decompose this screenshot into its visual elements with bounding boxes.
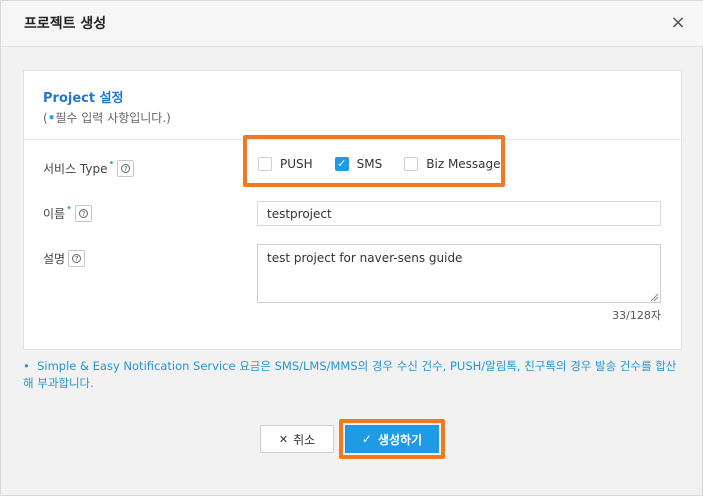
- question-mark-icon: ?: [121, 164, 131, 173]
- description-label: 설명: [43, 252, 66, 266]
- card-title: Project 설정: [43, 91, 124, 106]
- create-project-dialog: 프로젝트 생성 × Project 설정 (•필수 입력 사항입니다.) 서비스…: [0, 0, 703, 496]
- notice-bullet: •: [23, 359, 30, 373]
- checkbox-push[interactable]: PUSH: [258, 157, 313, 171]
- resize-grip-icon[interactable]: [650, 293, 659, 302]
- create-button[interactable]: ✓ 생성하기: [345, 425, 439, 453]
- help-icon[interactable]: ?: [68, 250, 86, 267]
- checkbox-sms[interactable]: ✓ SMS: [334, 157, 383, 171]
- help-icon[interactable]: ?: [75, 205, 92, 222]
- checkbox-box[interactable]: [258, 157, 272, 171]
- question-mark-icon: ?: [79, 209, 88, 218]
- checkbox-box[interactable]: [404, 157, 419, 171]
- required-dot-icon: •: [108, 158, 115, 169]
- service-type-label-row: 서비스 Type • ?: [43, 158, 135, 177]
- cancel-button[interactable]: ✕ 취소: [260, 425, 334, 453]
- name-label: 이름: [43, 207, 66, 221]
- card-header: Project 설정 (•필수 입력 사항입니다.): [24, 71, 681, 140]
- description-label-row: 설명 ?: [43, 250, 86, 267]
- question-mark-icon: ?: [72, 254, 82, 263]
- checkbox-biz-message[interactable]: Biz Message: [404, 157, 501, 171]
- project-description-textarea[interactable]: test project for naver-sens guide: [257, 244, 661, 303]
- create-button-label: 생성하기: [377, 432, 423, 447]
- description-char-counter: 33/128자: [612, 309, 661, 322]
- notice-text: Simple & Easy Notification Service 요금은 S…: [23, 359, 677, 390]
- project-name-input[interactable]: [257, 201, 661, 226]
- close-icon: ✕: [278, 432, 289, 446]
- required-dot-icon: •: [66, 203, 72, 214]
- checkbox-label: PUSH: [280, 157, 313, 171]
- dialog-title: 프로젝트 생성: [24, 16, 107, 32]
- close-icon[interactable]: ×: [668, 13, 688, 33]
- help-icon[interactable]: ?: [117, 160, 135, 177]
- checkbox-label: SMS: [356, 157, 383, 171]
- name-label-row: 이름 • ?: [43, 203, 92, 222]
- project-settings-card: Project 설정 (•필수 입력 사항입니다.) 서비스 Type • ? …: [23, 70, 682, 350]
- dialog-header: 프로젝트 생성 ×: [1, 1, 703, 47]
- service-type-label: 서비스 Type: [43, 162, 108, 176]
- check-icon: ✓: [361, 432, 372, 446]
- required-note: (•필수 입력 사항입니다.): [43, 109, 171, 126]
- cancel-button-label: 취소: [293, 432, 316, 447]
- checkmark-icon[interactable]: ✓: [334, 157, 349, 171]
- service-type-options: PUSH ✓ SMS Biz Message: [258, 157, 523, 171]
- pricing-notice: • Simple & Easy Notification Service 요금은…: [23, 358, 683, 392]
- required-note-text: 필수 입력 사항입니다.): [55, 111, 171, 125]
- checkbox-label: Biz Message: [426, 157, 501, 171]
